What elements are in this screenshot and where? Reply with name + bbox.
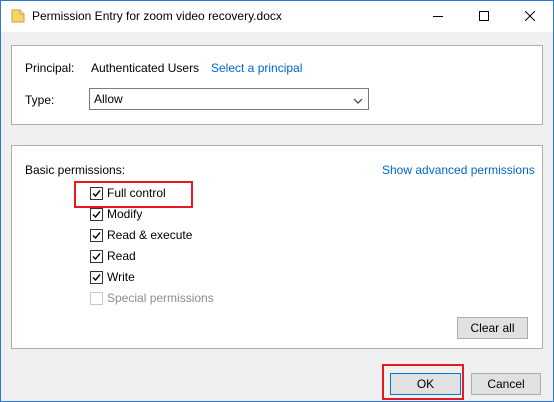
special-permissions-label: Special permissions: [107, 291, 214, 305]
principal-label: Principal:: [25, 61, 75, 75]
full-control-highlight: [74, 181, 193, 208]
read-checkbox[interactable]: [90, 249, 103, 263]
show-advanced-permissions-link[interactable]: Show advanced permissions: [382, 163, 535, 177]
maximize-icon: [479, 10, 489, 24]
modify-checkbox[interactable]: [90, 207, 103, 221]
read-execute-checkbox[interactable]: [90, 228, 103, 242]
permission-special: Special permissions: [90, 290, 214, 306]
principal-panel: [11, 45, 543, 125]
basic-permissions-label: Basic permissions:: [25, 163, 126, 177]
ok-button-highlight: [382, 364, 464, 400]
minimize-icon: [433, 10, 443, 24]
clear-all-button[interactable]: Clear all: [457, 317, 528, 339]
write-checkbox[interactable]: [90, 270, 103, 284]
special-permissions-checkbox: [90, 291, 103, 305]
type-label: Type:: [25, 93, 55, 107]
type-select[interactable]: Allow: [89, 88, 369, 110]
minimize-button[interactable]: [415, 1, 461, 32]
permission-read-execute[interactable]: Read & execute: [90, 227, 192, 243]
close-icon: [524, 10, 536, 24]
type-select-value: Allow: [94, 92, 123, 106]
principal-value: Authenticated Users: [91, 61, 200, 75]
permission-modify[interactable]: Modify: [90, 206, 142, 222]
permission-read[interactable]: Read: [90, 248, 136, 264]
close-button[interactable]: [507, 1, 553, 32]
chevron-down-icon: [353, 94, 363, 108]
write-label: Write: [107, 270, 135, 284]
read-label: Read: [107, 249, 136, 263]
window-title: Permission Entry for zoom video recovery…: [32, 9, 282, 23]
permission-entry-dialog: Permission Entry for zoom video recovery…: [0, 0, 554, 402]
maximize-button[interactable]: [461, 1, 507, 32]
read-execute-label: Read & execute: [107, 228, 193, 242]
title-bar: Permission Entry for zoom video recovery…: [1, 1, 553, 32]
modify-label: Modify: [107, 207, 143, 221]
permission-write[interactable]: Write: [90, 269, 135, 285]
file-icon: [11, 9, 25, 23]
cancel-button[interactable]: Cancel: [471, 373, 541, 395]
select-principal-link[interactable]: Select a principal: [211, 61, 302, 75]
